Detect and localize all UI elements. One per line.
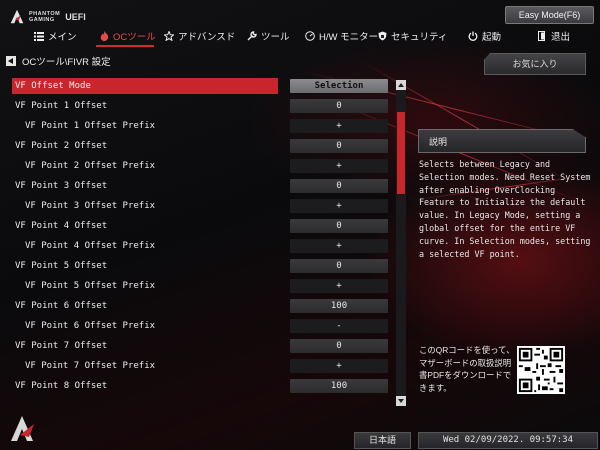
setting-value[interactable]: 0 xyxy=(290,179,388,193)
setting-value[interactable]: + xyxy=(290,239,388,253)
setting-label: VF Point 2 Offset Prefix xyxy=(25,161,156,171)
setting-value[interactable]: - xyxy=(290,319,388,333)
nav-oc-tools-label: OCツール xyxy=(113,32,156,43)
settings-scrollbar[interactable] xyxy=(396,80,406,406)
setting-value[interactable]: + xyxy=(290,359,388,373)
setting-value[interactable]: 0 xyxy=(290,339,388,353)
shield-icon xyxy=(378,31,387,41)
setting-row[interactable]: VF Point 2 Offset 0 xyxy=(12,138,392,154)
setting-row[interactable]: VF Offset Mode Selection xyxy=(12,78,392,94)
flame-icon xyxy=(100,31,109,41)
setting-label: VF Point 3 Offset Prefix xyxy=(25,201,156,211)
setting-label: VF Point 4 Offset Prefix xyxy=(25,241,156,251)
main-nav: メイン OCツール アドバンスド ツール H/W モニター セキュリティ 起動 xyxy=(0,27,600,45)
nav-boot-label: 起動 xyxy=(482,32,502,43)
nav-security[interactable]: セキュリティ xyxy=(378,27,447,45)
nav-tools-label: ツール xyxy=(261,32,290,43)
scroll-up-icon[interactable] xyxy=(396,80,406,90)
setting-row[interactable]: VF Point 5 Offset Prefix + xyxy=(12,278,392,294)
exit-icon xyxy=(538,31,545,41)
setting-value[interactable]: + xyxy=(290,199,388,213)
qr-code-icon xyxy=(517,346,565,394)
setting-label: VF Point 7 Offset xyxy=(15,341,108,351)
system-clock: Wed 02/09/2022. 09:57:34 xyxy=(418,432,598,449)
setting-label: VF Point 1 Offset xyxy=(15,101,108,111)
setting-value[interactable]: 0 xyxy=(290,99,388,113)
nav-boot[interactable]: 起動 xyxy=(468,27,501,45)
setting-row[interactable]: VF Point 4 Offset 0 xyxy=(12,218,392,234)
setting-row[interactable]: VF Point 3 Offset Prefix + xyxy=(12,198,392,214)
nav-advanced[interactable]: アドバンスド xyxy=(164,27,235,45)
phantom-gaming-logo-icon xyxy=(10,9,24,24)
nav-oc-tools[interactable]: OCツール xyxy=(100,27,156,45)
phantom-gaming-emblem-icon xyxy=(11,416,34,441)
nav-main[interactable]: メイン xyxy=(34,27,77,45)
setting-value[interactable]: Selection xyxy=(290,79,388,93)
description-title: 説明 xyxy=(429,137,448,147)
setting-value[interactable]: 100 xyxy=(290,299,388,313)
star-icon xyxy=(164,31,174,41)
nav-security-label: セキュリティ xyxy=(391,32,448,43)
scroll-thumb[interactable] xyxy=(397,112,405,194)
setting-value[interactable]: + xyxy=(290,119,388,133)
description-text: Selects between Legacy and Selection mod… xyxy=(419,159,591,259)
setting-row[interactable]: VF Point 4 Offset Prefix + xyxy=(12,238,392,254)
setting-row[interactable]: VF Point 6 Offset 100 xyxy=(12,298,392,314)
back-arrow-icon[interactable] xyxy=(6,56,16,66)
setting-row[interactable]: VF Point 8 Offset 100 xyxy=(12,378,392,394)
scroll-down-icon[interactable] xyxy=(396,396,406,406)
setting-row[interactable]: VF Point 7 Offset Prefix + xyxy=(12,358,392,374)
setting-label: VF Point 5 Offset xyxy=(15,261,108,271)
setting-label: VF Point 5 Offset Prefix xyxy=(25,281,156,291)
setting-value[interactable]: 0 xyxy=(290,259,388,273)
brand-logo: PHANTOM GAMING UEFI xyxy=(8,7,86,27)
setting-row[interactable]: VF Point 7 Offset 0 xyxy=(12,338,392,354)
setting-row[interactable]: VF Point 6 Offset Prefix - xyxy=(12,318,392,334)
setting-value[interactable]: + xyxy=(290,279,388,293)
easy-mode-button[interactable]: Easy Mode(F6) xyxy=(505,6,594,24)
setting-label: VF Point 7 Offset Prefix xyxy=(25,361,156,371)
setting-value[interactable]: + xyxy=(290,159,388,173)
language-button[interactable]: 日本語 xyxy=(354,432,411,449)
setting-row[interactable]: VF Point 3 Offset 0 xyxy=(12,178,392,194)
nav-exit[interactable]: 退出 xyxy=(538,27,570,45)
breadcrumb-text: OCツール\FIVR 設定 xyxy=(22,57,111,68)
setting-label: VF Point 1 Offset Prefix xyxy=(25,121,156,131)
active-tab-indicator xyxy=(96,45,154,47)
wrench-icon xyxy=(247,31,257,41)
uefi-label: UEFI xyxy=(65,12,86,22)
setting-value[interactable]: 0 xyxy=(290,219,388,233)
setting-label: VF Point 2 Offset xyxy=(15,141,108,151)
setting-label: VF Point 6 Offset xyxy=(15,301,108,311)
setting-label: VF Point 3 Offset xyxy=(15,181,108,191)
brand-line-2: GAMING xyxy=(29,17,55,23)
top-bar: PHANTOM GAMING UEFI Easy Mode(F6) メイン OC… xyxy=(0,0,600,48)
setting-row[interactable]: VF Point 5 Offset 0 xyxy=(12,258,392,274)
setting-label: VF Point 4 Offset xyxy=(15,221,108,231)
setting-label: VF Point 6 Offset Prefix xyxy=(25,321,156,331)
favorites-button[interactable]: お気に入り xyxy=(484,53,586,75)
monitor-icon xyxy=(305,31,315,41)
setting-label: VF Offset Mode xyxy=(15,81,91,91)
setting-value[interactable]: 100 xyxy=(290,379,388,393)
nav-tools[interactable]: ツール xyxy=(247,27,290,45)
power-icon xyxy=(468,31,478,41)
qr-instruction-text: このQRコードを使って、マザーボードの取扱説明書PDFをダウンロードできます。 xyxy=(419,345,515,393)
setting-row[interactable]: VF Point 1 Offset 0 xyxy=(12,98,392,114)
nav-hw-monitor[interactable]: H/W モニター xyxy=(305,27,378,45)
setting-row[interactable]: VF Point 2 Offset Prefix + xyxy=(12,158,392,174)
brand-name: PHANTOM GAMING xyxy=(29,11,60,23)
setting-label: VF Point 8 Offset xyxy=(15,381,108,391)
nav-advanced-label: アドバンスド xyxy=(178,32,236,43)
description-header: 説明 xyxy=(418,129,586,153)
breadcrumb: OCツール\FIVR 設定 xyxy=(6,54,396,68)
nav-exit-label: 退出 xyxy=(551,32,571,43)
list-icon xyxy=(34,31,44,41)
setting-row[interactable]: VF Point 1 Offset Prefix + xyxy=(12,118,392,134)
setting-value[interactable]: 0 xyxy=(290,139,388,153)
nav-hw-monitor-label: H/W モニター xyxy=(319,32,379,43)
nav-main-label: メイン xyxy=(48,32,77,43)
